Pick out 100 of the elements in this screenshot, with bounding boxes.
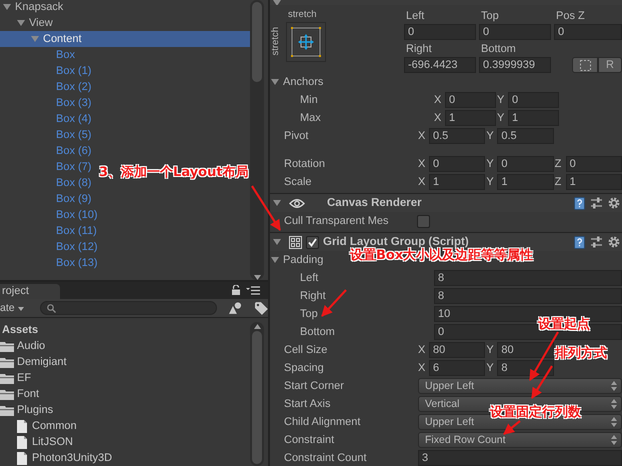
field-label: Pos Z: [555, 9, 586, 23]
dropdown[interactable]: Fixed Row Count: [418, 432, 622, 448]
shapes-icon[interactable]: [229, 302, 244, 314]
value-field[interactable]: 1: [497, 174, 554, 190]
value-field[interactable]: 80: [429, 342, 486, 358]
tag-icon[interactable]: [255, 302, 268, 314]
lock-icon[interactable]: [232, 285, 240, 295]
property-label: Cull Transparent Mes: [283, 215, 390, 227]
file-icon: [17, 452, 27, 464]
sliders-icon[interactable]: [591, 197, 602, 209]
file-icon: [17, 420, 27, 432]
checkbox[interactable]: [417, 214, 430, 228]
axis-label: X: [418, 129, 426, 144]
expand-caret-icon[interactable]: [272, 198, 282, 208]
check-icon: [308, 238, 317, 246]
value-field[interactable]: 0: [554, 24, 622, 40]
asset-item[interactable]: LitJSON: [0, 434, 75, 450]
asset-item[interactable]: Common: [0, 418, 79, 434]
asset-item[interactable]: Audio: [0, 338, 48, 354]
foldout-label[interactable]: Padding: [270, 254, 324, 266]
expand-caret-icon[interactable]: [272, 237, 282, 247]
search-field[interactable]: [40, 301, 218, 315]
annotation-text: 排列方式: [555, 344, 607, 362]
grid-icon: [289, 236, 302, 248]
dropdown-arrows-icon: [611, 417, 617, 427]
folder-icon: [0, 340, 14, 352]
value-field[interactable]: 0: [445, 92, 496, 108]
value-field[interactable]: 0: [479, 24, 551, 40]
property-label: Constraint Count: [283, 452, 368, 464]
project-tab[interactable]: roject: [0, 284, 60, 299]
value-field[interactable]: 1: [508, 110, 559, 126]
asset-item[interactable]: Photon3Unity3D: [0, 450, 114, 466]
scrollbar[interactable]: [250, 0, 264, 280]
expand-caret-icon[interactable]: [2, 2, 12, 12]
axis-label: Y: [497, 93, 506, 108]
help-book-icon[interactable]: [574, 236, 585, 248]
asset-item[interactable]: Demigiant: [0, 354, 69, 370]
property-label: Spacing: [283, 362, 325, 374]
field-label: Right: [405, 42, 433, 56]
assets-heading[interactable]: Assets: [0, 322, 250, 338]
gear-icon[interactable]: [608, 197, 620, 209]
property-label: Top: [299, 308, 319, 320]
hierarchy-item[interactable]: View: [0, 15, 55, 31]
value-field[interactable]: -696.4423: [404, 57, 476, 73]
blueprint-mode-button[interactable]: [572, 57, 598, 73]
property-label: Min: [299, 94, 319, 106]
dropdown[interactable]: Upper Left: [418, 378, 622, 394]
dropdown-arrows-icon: [611, 399, 617, 409]
value-field[interactable]: 0: [497, 156, 554, 172]
value-field[interactable]: 1: [445, 110, 496, 126]
expand-caret-icon[interactable]: [16, 18, 26, 28]
value-field[interactable]: 8: [434, 288, 622, 304]
hierarchy-item[interactable]: Knapsack: [0, 0, 66, 15]
scroll-thumb[interactable]: [252, 331, 262, 464]
value-field[interactable]: 0.5: [429, 128, 486, 144]
expand-caret-icon[interactable]: [270, 255, 280, 265]
asset-item[interactable]: Font: [0, 386, 42, 402]
value-field[interactable]: 0: [404, 24, 476, 40]
annotation-text: 设置Box大小以及边距等等属性: [350, 248, 534, 264]
scroll-down-icon[interactable]: [254, 275, 260, 280]
property-label: Bottom: [299, 326, 336, 338]
axis-label: Y: [486, 157, 495, 172]
hierarchy-item[interactable]: Content: [0, 31, 250, 47]
property-label: Child Alignment: [283, 416, 362, 428]
asset-item[interactable]: EF: [0, 370, 34, 386]
anchor-preset-label: stretch: [270, 27, 282, 56]
caret-icon: [18, 307, 24, 311]
value-field[interactable]: 0: [508, 92, 559, 108]
value-field[interactable]: 80: [497, 342, 554, 358]
axis-label: Z: [554, 157, 562, 172]
value-field[interactable]: 0: [566, 156, 622, 172]
anchor-preset-icon[interactable]: [286, 22, 326, 62]
value-field[interactable]: 0: [429, 156, 486, 172]
value-field[interactable]: 1: [566, 174, 622, 190]
scroll-thumb[interactable]: [252, 2, 262, 82]
value-field[interactable]: 3: [418, 450, 622, 466]
file-icon: [17, 436, 27, 448]
sliders-icon[interactable]: [591, 236, 602, 248]
expand-caret-icon[interactable]: [270, 77, 280, 87]
menu-icon[interactable]: [246, 286, 260, 295]
asset-item[interactable]: Plugins: [0, 402, 56, 418]
value-field[interactable]: 1: [429, 174, 486, 190]
create-menu[interactable]: ate: [0, 302, 26, 314]
folder-icon: [0, 356, 14, 368]
value-field[interactable]: 0.5: [497, 128, 554, 144]
folder-icon: [0, 372, 14, 384]
dashed-square-icon: [580, 60, 590, 70]
gear-icon[interactable]: [608, 236, 620, 248]
help-book-icon[interactable]: [574, 196, 585, 210]
eye-icon: [289, 198, 305, 208]
property-label: Constraint: [283, 434, 336, 446]
value-field[interactable]: 8: [434, 270, 622, 286]
value-field[interactable]: 6: [429, 360, 486, 376]
enable-checkbox[interactable]: [306, 236, 319, 248]
foldout-label[interactable]: Anchors: [270, 76, 324, 88]
scrollbar[interactable]: [250, 322, 264, 466]
field-label: Left: [405, 9, 426, 23]
value-field[interactable]: 0.3999939: [479, 57, 551, 73]
axis-label: X: [418, 175, 426, 190]
scroll-up-icon[interactable]: [254, 324, 260, 329]
